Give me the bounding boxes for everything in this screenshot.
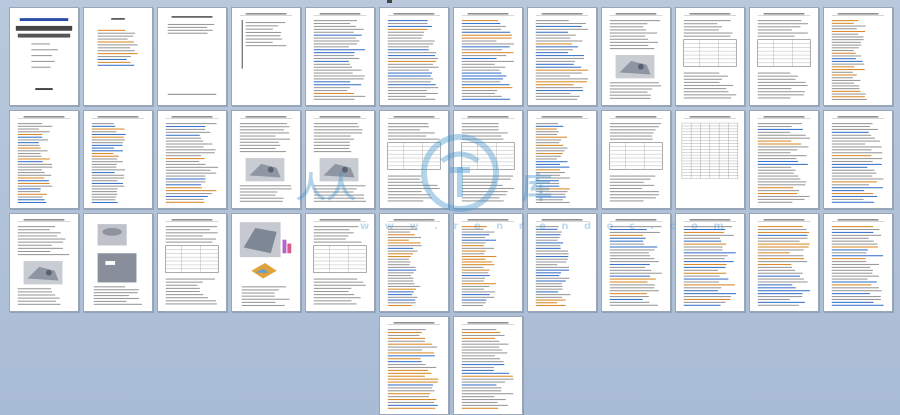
page-thumbnail[interactable] bbox=[453, 213, 523, 312]
page-thumbnail[interactable] bbox=[749, 7, 819, 106]
page-thumbnail-content bbox=[757, 13, 811, 99]
page-thumbnail-content bbox=[831, 219, 885, 306]
page-thumbnail-content bbox=[535, 116, 589, 204]
page-thumbnail-content bbox=[609, 219, 663, 306]
page-thumbnail-content bbox=[239, 13, 293, 69]
page-thumbnail-content bbox=[17, 219, 71, 305]
page-thumbnail-content bbox=[387, 322, 441, 409]
page-thumbnail[interactable] bbox=[157, 213, 227, 312]
page-thumbnail[interactable] bbox=[675, 213, 745, 312]
page-thumbnail[interactable] bbox=[9, 110, 79, 209]
page-thumbnail[interactable] bbox=[83, 213, 153, 312]
page-thumbnail-content bbox=[757, 219, 811, 306]
page-thumbnail[interactable] bbox=[305, 7, 375, 106]
page-thumbnail-content bbox=[239, 116, 293, 202]
page-thumbnail[interactable] bbox=[305, 110, 375, 209]
page-thumbnail-content bbox=[683, 13, 737, 99]
page-thumbnail-content bbox=[535, 219, 589, 307]
page-thumbnail[interactable] bbox=[749, 213, 819, 312]
page-thumbnail[interactable] bbox=[9, 7, 79, 106]
page-thumbnail[interactable] bbox=[453, 110, 523, 209]
page-thumbnail-content bbox=[165, 219, 219, 305]
page-thumbnail-content bbox=[461, 116, 515, 202]
page-thumbnail[interactable] bbox=[823, 7, 893, 106]
page-thumbnail-content bbox=[757, 116, 811, 203]
page-thumbnail[interactable] bbox=[527, 7, 597, 106]
page-thumbnail[interactable] bbox=[379, 110, 449, 209]
page-thumbnail-content bbox=[313, 219, 367, 305]
page-thumbnail[interactable] bbox=[379, 213, 449, 312]
page-thumbnail-content bbox=[387, 116, 441, 202]
top-scroll-marker bbox=[387, 0, 392, 3]
page-thumbnail[interactable] bbox=[823, 213, 893, 312]
page-thumbnail[interactable] bbox=[379, 7, 449, 106]
page-thumbnail[interactable] bbox=[231, 213, 301, 312]
page-thumbnail[interactable] bbox=[453, 7, 523, 106]
page-thumbnail[interactable] bbox=[823, 110, 893, 209]
page-thumbnail-content bbox=[461, 13, 515, 100]
page-thumbnail-content bbox=[167, 16, 217, 95]
page-thumbnail-content bbox=[17, 116, 71, 204]
page-thumbnail-content bbox=[461, 219, 515, 307]
page-thumbnail[interactable] bbox=[601, 213, 671, 312]
page-thumbnail[interactable] bbox=[231, 110, 301, 209]
page-thumbnail-content bbox=[239, 222, 292, 307]
page-thumbnail[interactable] bbox=[83, 7, 153, 106]
page-thumbnail[interactable] bbox=[157, 110, 227, 209]
page-thumbnail-content bbox=[313, 116, 367, 202]
page-thumbnail[interactable] bbox=[231, 7, 301, 106]
page-thumbnail[interactable] bbox=[527, 110, 597, 209]
page-thumbnail-content bbox=[387, 13, 441, 100]
page-thumbnail-content bbox=[831, 13, 885, 101]
page-thumbnail-content bbox=[609, 116, 663, 202]
page-thumbnail-content bbox=[313, 13, 367, 100]
page-thumbnail[interactable] bbox=[305, 213, 375, 312]
page-thumbnail-content bbox=[831, 116, 885, 203]
page-thumbnail-content bbox=[609, 13, 663, 99]
page-thumbnail[interactable] bbox=[527, 213, 597, 312]
page-thumbnail-content bbox=[91, 116, 145, 204]
page-thumbnail-content bbox=[93, 224, 142, 305]
page-thumbnail-content bbox=[387, 219, 441, 307]
page-thumbnail[interactable] bbox=[83, 110, 153, 209]
page-thumbnail-content bbox=[15, 18, 73, 91]
page-thumbnail[interactable] bbox=[157, 7, 227, 106]
page-thumbnail-content bbox=[97, 18, 138, 66]
page-thumbnail[interactable] bbox=[675, 110, 745, 209]
page-thumbnail[interactable] bbox=[601, 110, 671, 209]
page-thumbnail-content bbox=[461, 322, 515, 409]
page-thumbnail[interactable] bbox=[379, 316, 449, 415]
page-thumbnail[interactable] bbox=[601, 7, 671, 106]
page-thumbnail[interactable] bbox=[749, 110, 819, 209]
page-thumbnail-content bbox=[683, 219, 737, 306]
page-thumbnail[interactable] bbox=[9, 213, 79, 312]
page-thumbnail-content bbox=[165, 116, 219, 203]
page-thumbnail[interactable] bbox=[453, 316, 523, 415]
page-thumbnail[interactable] bbox=[675, 7, 745, 106]
page-thumbnail-content bbox=[535, 13, 589, 100]
document-thumbnail-viewer[interactable] bbox=[0, 0, 900, 415]
page-thumbnail-content bbox=[681, 116, 739, 179]
